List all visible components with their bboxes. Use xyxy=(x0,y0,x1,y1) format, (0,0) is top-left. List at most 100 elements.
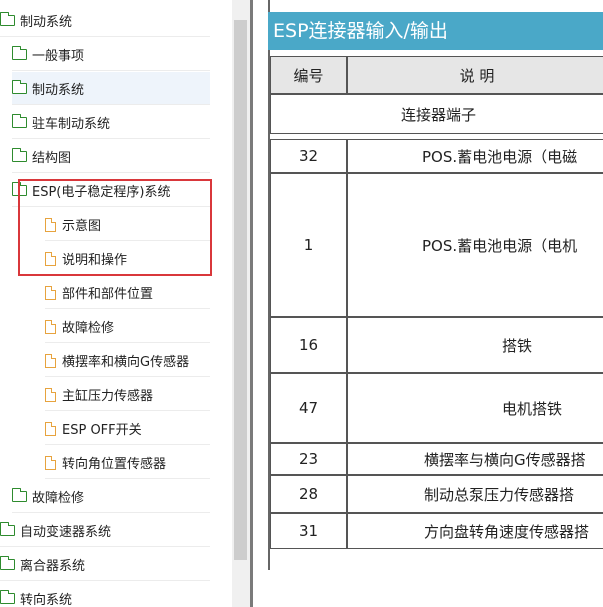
table-cell-description-text: 方向盘转角速度传感器搭 xyxy=(424,522,590,541)
tree-item[interactable]: 故障检修 xyxy=(45,310,210,343)
tree-scrollbar-thumb[interactable] xyxy=(234,20,247,560)
tree-item-label: 横摆率和横向G传感器 xyxy=(62,355,190,370)
tree-item[interactable]: 离合器系统 xyxy=(0,548,210,581)
tree-item-label: 转向角位置传感器 xyxy=(62,457,167,472)
table-cell-description-text: 电机搭铁 xyxy=(502,399,563,418)
tree-item-label: 一般事项 xyxy=(32,49,85,64)
tree-item-label: 制动系统 xyxy=(32,83,85,98)
folder-icon xyxy=(12,148,27,162)
folder-icon xyxy=(12,182,27,196)
tree-row-divider xyxy=(45,274,210,275)
folder-icon xyxy=(12,46,27,60)
tree-row-divider xyxy=(12,104,210,105)
tree-item-label: 示意图 xyxy=(62,219,102,234)
folder-icon xyxy=(0,522,15,536)
tree-item[interactable]: 制动系统 xyxy=(0,4,210,37)
document-title: ESP连接器输入/输出 xyxy=(268,12,603,50)
tree-item[interactable]: 示意图 xyxy=(45,208,210,241)
document-icon xyxy=(45,421,56,436)
tree-item-label: 自动变速器系统 xyxy=(20,525,112,540)
tree-item[interactable]: ESP(电子稳定程序)系统 xyxy=(12,174,210,207)
tree-item[interactable]: 故障检修 xyxy=(12,480,210,513)
table-section-connector-terminal: 连接器端子 xyxy=(270,94,603,134)
table-cell-description: 制动总泵压力传感器搭 xyxy=(347,475,603,513)
tree-row-divider xyxy=(0,580,210,581)
content-gutter xyxy=(253,0,268,607)
table-cell-description-text: POS.蓄电池电源（电磁 xyxy=(422,147,578,166)
tree-item-label: 转向系统 xyxy=(20,593,73,607)
tree-row-divider xyxy=(12,206,210,207)
tree-item-label: ESP OFF开关 xyxy=(62,423,142,438)
tree-item[interactable]: 结构图 xyxy=(12,140,210,173)
document-top-margin xyxy=(268,0,603,12)
tree-item[interactable]: 转向角位置传感器 xyxy=(45,446,210,479)
tree-row-divider xyxy=(45,342,210,343)
tree-row-divider xyxy=(45,308,210,309)
table-cell-description-text: 制动总泵压力传感器搭 xyxy=(424,485,575,504)
tree-item[interactable]: ESP OFF开关 xyxy=(45,412,210,445)
tree-row-divider xyxy=(45,410,210,411)
document-viewer: ESP连接器输入/输出 编号 说 明 连接器端子 32 POS.蓄电池电源（电磁 1… xyxy=(268,0,603,607)
table-cell-number: 28 xyxy=(270,475,347,513)
tree-row-divider xyxy=(45,444,210,445)
document-icon xyxy=(45,353,56,368)
table-cell-description: 方向盘转角速度传感器搭 xyxy=(347,513,603,549)
document-icon xyxy=(45,319,56,334)
tree-row-divider xyxy=(45,240,210,241)
folder-icon xyxy=(12,488,27,502)
document-icon xyxy=(45,285,56,300)
table-header-description: 说 明 xyxy=(347,56,603,94)
tree-item[interactable]: 制动系统 xyxy=(12,72,210,105)
table-cell-description: 横摆率与横向G传感器搭 xyxy=(347,443,603,475)
table-header-number: 编号 xyxy=(270,56,347,94)
tree-row-divider xyxy=(12,512,210,513)
tree-item[interactable]: 说明和操作 xyxy=(45,242,210,275)
tree-row-divider xyxy=(12,70,210,71)
table-cell-number: 23 xyxy=(270,443,347,475)
tree-item[interactable]: 转向系统 xyxy=(0,582,210,607)
tree-item-label: 说明和操作 xyxy=(62,253,128,268)
table-cell-description-text: 横摆率与横向G传感器搭 xyxy=(424,450,586,469)
document-icon xyxy=(45,251,56,266)
document-icon xyxy=(45,387,56,402)
document-icon xyxy=(45,217,56,232)
tree-row-divider xyxy=(0,36,210,37)
tree-row-divider xyxy=(0,546,210,547)
tree-item-label: ESP(电子稳定程序)系统 xyxy=(32,185,171,200)
folder-icon xyxy=(0,12,15,26)
tree-item-label: 部件和部件位置 xyxy=(62,287,154,302)
tree-item-label: 结构图 xyxy=(32,151,72,166)
table-cell-description: 搭铁 xyxy=(347,317,603,373)
tree-item-label: 离合器系统 xyxy=(20,559,86,574)
tree-row-divider xyxy=(12,172,210,173)
tree-row-divider xyxy=(12,138,210,139)
folder-icon xyxy=(12,114,27,128)
document-icon xyxy=(45,455,56,470)
table-cell-number: 31 xyxy=(270,513,347,549)
tree-row-divider xyxy=(45,478,210,479)
tree-item[interactable]: 部件和部件位置 xyxy=(45,276,210,309)
table-cell-description-text: POS.蓄电池电源（电机 xyxy=(422,236,578,255)
tree-row-divider xyxy=(45,376,210,377)
tree-item[interactable]: 横摆率和横向G传感器 xyxy=(45,344,210,377)
table-cell-description: 电机搭铁 xyxy=(347,373,603,443)
table-cell-description: POS.蓄电池电源（电磁 xyxy=(347,139,603,173)
tree-item[interactable]: 驻车制动系统 xyxy=(12,106,210,139)
tree-scrollbar[interactable] xyxy=(232,0,250,607)
tree-item-label: 故障检修 xyxy=(62,321,115,336)
tree-item[interactable]: 一般事项 xyxy=(12,38,210,71)
folder-icon xyxy=(12,80,27,94)
table-cell-description-text: 搭铁 xyxy=(502,336,533,355)
navigation-tree[interactable]: 制动系统 一般事项 制动系统 驻车制动系统 结构图 ESP(电子稳定程序)系统 示意图 说明和… xyxy=(0,0,232,607)
tree-item-label: 驻车制动系统 xyxy=(32,117,111,132)
table-cell-number: 47 xyxy=(270,373,347,443)
tree-item[interactable]: 主缸压力传感器 xyxy=(45,378,210,411)
table-cell-number: 1 xyxy=(270,173,347,317)
folder-icon xyxy=(0,556,15,570)
tree-item-label: 主缸压力传感器 xyxy=(62,389,154,404)
table-cell-description: POS.蓄电池电源（电机 xyxy=(347,173,603,317)
tree-item-label: 制动系统 xyxy=(20,15,73,30)
table-cell-number: 16 xyxy=(270,317,347,373)
tree-item[interactable]: 自动变速器系统 xyxy=(0,514,210,547)
tree-item-label: 故障检修 xyxy=(32,491,85,506)
